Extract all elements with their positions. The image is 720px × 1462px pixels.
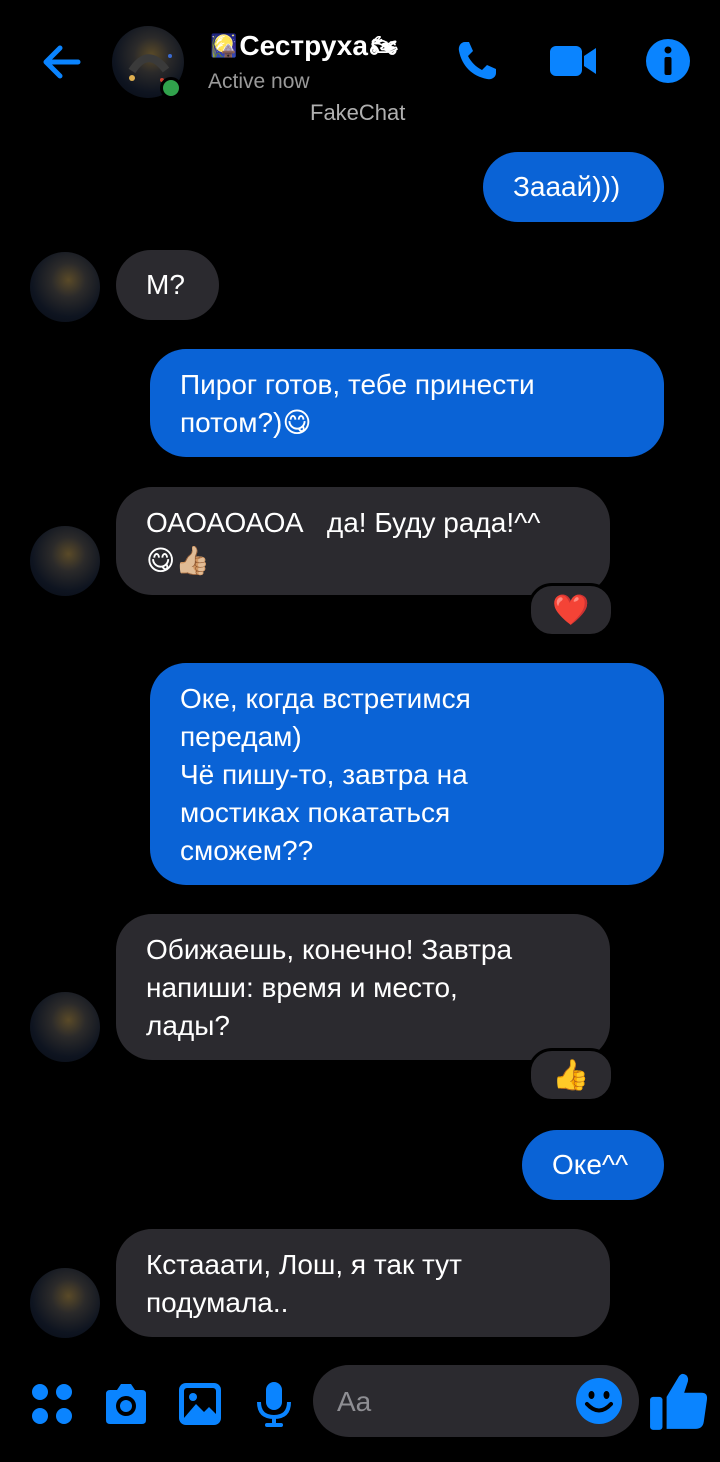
name-prefix-emoji: 🎑 [210, 33, 238, 58]
emoji-icon[interactable] [575, 1377, 623, 1425]
online-indicator [160, 77, 182, 99]
reaction-badge[interactable]: ❤️ [528, 583, 614, 637]
phone-icon[interactable] [452, 36, 502, 86]
chat-header: 🎑 Сеструха 🏍 Active now FakeChat [0, 0, 720, 140]
info-icon[interactable] [643, 36, 693, 86]
menu-dots-icon[interactable] [28, 1380, 76, 1428]
message-avatar [30, 992, 100, 1062]
message-input[interactable] [335, 1383, 559, 1421]
message-avatar [30, 1268, 100, 1338]
message-incoming[interactable]: ОАОАОАОА да! Буду рада!^^ 😋👍🏼 [116, 487, 610, 595]
video-icon[interactable] [548, 36, 598, 86]
message-avatar [30, 526, 100, 596]
contact-name-text: Сеструха [239, 30, 368, 61]
mic-icon[interactable] [250, 1380, 298, 1428]
camera-icon[interactable] [102, 1380, 150, 1428]
message-outgoing[interactable]: Оке, когда встретимся передам) Чё пишу-т… [150, 663, 664, 885]
message-avatar [30, 252, 100, 322]
name-suffix-emoji: 🏍 [369, 33, 398, 58]
active-status: Active now [208, 70, 310, 93]
message-incoming[interactable]: Кстааати, Лош, я так тут подумала.. [116, 1229, 610, 1337]
message-outgoing[interactable]: Зааай))) [483, 152, 664, 222]
thumbs-up-icon[interactable] [648, 1370, 710, 1432]
message-composer [0, 1360, 720, 1462]
reaction-badge[interactable]: 👍 [528, 1048, 614, 1102]
watermark: FakeChat [310, 100, 406, 125]
message-outgoing[interactable]: Оке^^ [522, 1130, 664, 1200]
gallery-icon[interactable] [176, 1380, 224, 1428]
back-arrow-icon[interactable] [38, 38, 86, 86]
message-input-container[interactable] [313, 1365, 639, 1437]
message-outgoing[interactable]: Пирог готов, тебе принести потом?)😋 [150, 349, 664, 457]
message-incoming[interactable]: Обижаешь, конечно! Завтра напиши: время … [116, 914, 610, 1060]
contact-name[interactable]: 🎑 Сеструха 🏍 [208, 26, 400, 66]
message-incoming[interactable]: М? [116, 250, 219, 320]
